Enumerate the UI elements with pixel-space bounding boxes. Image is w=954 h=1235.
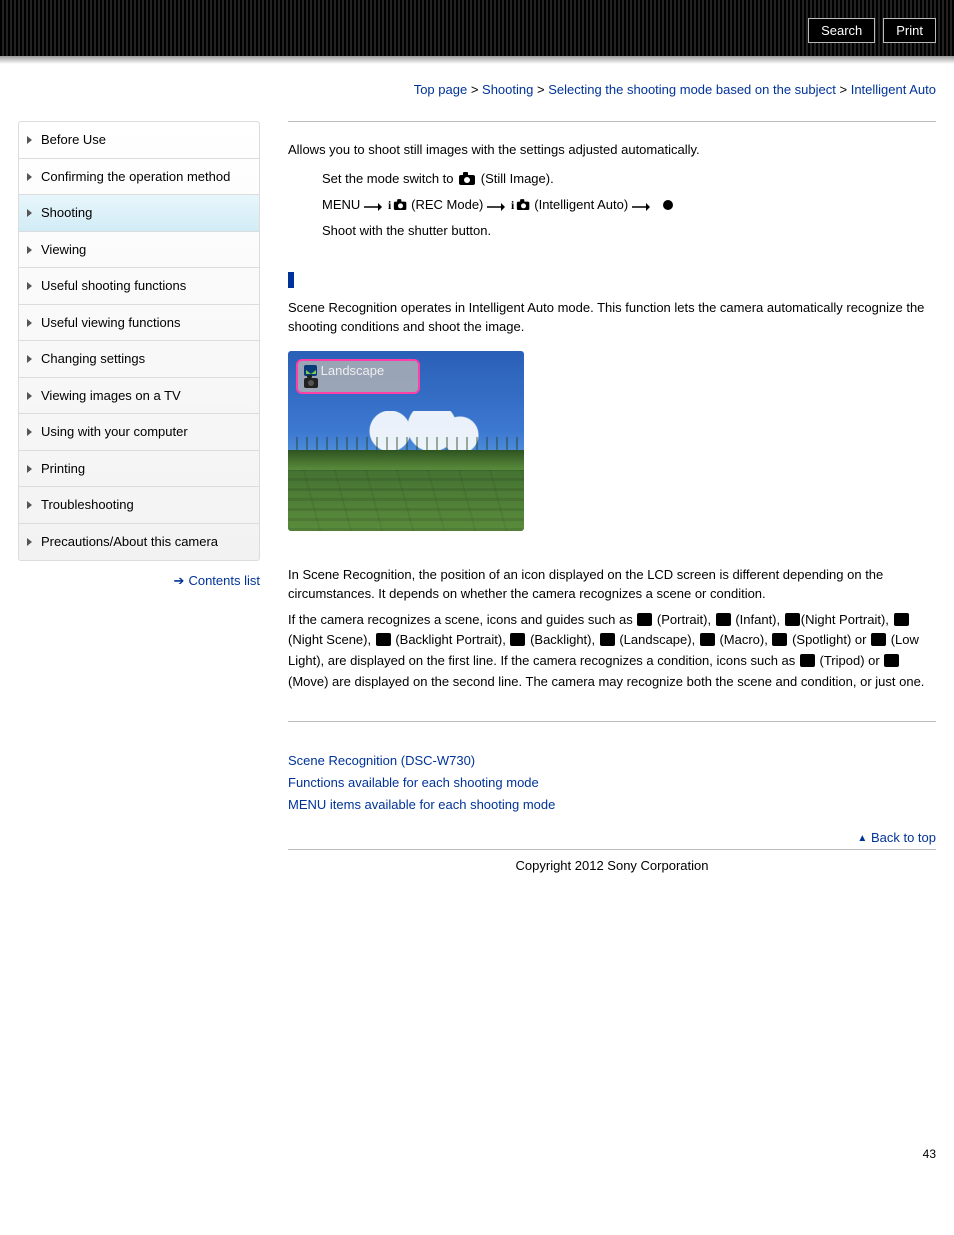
sidebar-item-viewing[interactable]: Viewing (19, 232, 259, 269)
camera-icon (304, 378, 318, 388)
arrow-right-icon (364, 195, 384, 209)
sidebar-item-computer[interactable]: Using with your computer (19, 414, 259, 451)
portrait-icon (637, 613, 652, 626)
intelligent-auto-icon: i (388, 195, 408, 209)
divider (288, 721, 936, 722)
spotlight-icon (772, 633, 787, 646)
sidebar-item-label: Changing settings (41, 351, 145, 366)
sidebar-item-confirming[interactable]: Confirming the operation method (19, 159, 259, 196)
contents-list-link[interactable]: Contents list (188, 573, 260, 588)
ok-dot-icon (663, 200, 673, 210)
breadcrumb-top[interactable]: Top page (414, 82, 468, 97)
sidebar-item-label: Before Use (41, 132, 106, 147)
copyright-text: Copyright 2012 Sony Corporation (288, 858, 936, 873)
triangle-up-icon: ▲ (857, 833, 867, 844)
breadcrumb-current[interactable]: Intelligent Auto (851, 82, 936, 97)
main-content: Allows you to shoot still images with th… (288, 121, 936, 873)
breadcrumb-category[interactable]: Shooting (482, 82, 533, 97)
section-marker-icon (288, 272, 294, 288)
move-icon (884, 654, 899, 667)
print-button[interactable]: Print (883, 18, 936, 43)
night-portrait-icon (785, 613, 800, 626)
footer: Copyright 2012 Sony Corporation (288, 849, 936, 873)
scene-intro-text: Scene Recognition operates in Intelligen… (288, 298, 936, 337)
link-functions-available[interactable]: Functions available for each shooting mo… (288, 775, 539, 790)
header-bar: Search Print (0, 0, 954, 56)
step-3: Shoot with the shutter button. (322, 218, 936, 244)
intelligent-auto-icon: i (511, 195, 531, 209)
sidebar-item-label: Printing (41, 461, 85, 476)
scene-paragraph-1: In Scene Recognition, the position of an… (288, 565, 936, 604)
arrow-right-icon (632, 195, 652, 209)
svg-text:i: i (511, 199, 515, 212)
sidebar-item-precautions[interactable]: Precautions/About this camera (19, 524, 259, 560)
sidebar-item-label: Using with your computer (41, 424, 188, 439)
sidebar-item-label: Useful shooting functions (41, 278, 186, 293)
breadcrumb: Top page > Shooting > Selecting the shoo… (18, 82, 936, 97)
lcd-scene-label: Landscape (321, 363, 385, 378)
sidebar-item-shooting[interactable]: Shooting (19, 195, 259, 232)
sidebar-item-label: Precautions/About this camera (41, 534, 218, 549)
related-links: Scene Recognition (DSC-W730) Functions a… (288, 750, 936, 816)
sidebar-item-label: Useful viewing functions (41, 315, 180, 330)
step-2: MENU i (REC Mode) i (Intelligent Auto) (322, 192, 936, 218)
macro-icon (700, 633, 715, 646)
arrow-right-icon (487, 195, 507, 209)
lcd-sample-image: Landscape (288, 351, 524, 531)
landscape-scene-icon (304, 365, 317, 376)
step-1: Set the mode switch to (Still Image). (322, 166, 936, 192)
sidebar-item-useful-viewing[interactable]: Useful viewing functions (19, 305, 259, 342)
contents-list-link-wrap: ➔Contents list (18, 573, 260, 589)
sidebar-item-label: Viewing (41, 242, 86, 257)
camera-icon (457, 169, 477, 183)
sidebar-item-before-use[interactable]: Before Use (19, 122, 259, 159)
sidebar-item-printing[interactable]: Printing (19, 451, 259, 488)
steps-list: Set the mode switch to (Still Image). ME… (322, 166, 936, 244)
backlight-icon (510, 633, 525, 646)
sidebar: Before Use Confirming the operation meth… (18, 121, 260, 873)
sidebar-item-viewing-tv[interactable]: Viewing images on a TV (19, 378, 259, 415)
tripod-icon (800, 654, 815, 667)
sidebar-item-label: Troubleshooting (41, 497, 134, 512)
backlight-portrait-icon (376, 633, 391, 646)
header-buttons: Search Print (808, 18, 936, 43)
page-number: 43 (923, 1147, 936, 1161)
search-button[interactable]: Search (808, 18, 875, 43)
landscape-icon (600, 633, 615, 646)
lcd-scene-badge: Landscape (296, 359, 420, 394)
divider (288, 121, 936, 122)
sidebar-item-troubleshooting[interactable]: Troubleshooting (19, 487, 259, 524)
svg-text:i: i (388, 199, 392, 212)
scene-paragraph-2: If the camera recognizes a scene, icons … (288, 610, 936, 693)
sidebar-item-changing-settings[interactable]: Changing settings (19, 341, 259, 378)
sidebar-item-useful-shooting[interactable]: Useful shooting functions (19, 268, 259, 305)
sidebar-nav: Before Use Confirming the operation meth… (18, 121, 260, 561)
breadcrumb-subcategory[interactable]: Selecting the shooting mode based on the… (548, 82, 836, 97)
arrow-right-icon: ➔ (174, 573, 185, 588)
intro-text: Allows you to shoot still images with th… (288, 140, 936, 160)
link-menu-items-available[interactable]: MENU items available for each shooting m… (288, 797, 555, 812)
link-scene-recognition[interactable]: Scene Recognition (DSC-W730) (288, 753, 475, 768)
sidebar-item-label: Viewing images on a TV (41, 388, 181, 403)
night-scene-icon (894, 613, 909, 626)
back-to-top-link[interactable]: Back to top (871, 830, 936, 845)
back-to-top-wrap: ▲ Back to top (288, 830, 936, 845)
infant-icon (716, 613, 731, 626)
low-light-icon (871, 633, 886, 646)
sidebar-item-label: Shooting (41, 205, 92, 220)
sidebar-item-label: Confirming the operation method (41, 169, 230, 184)
